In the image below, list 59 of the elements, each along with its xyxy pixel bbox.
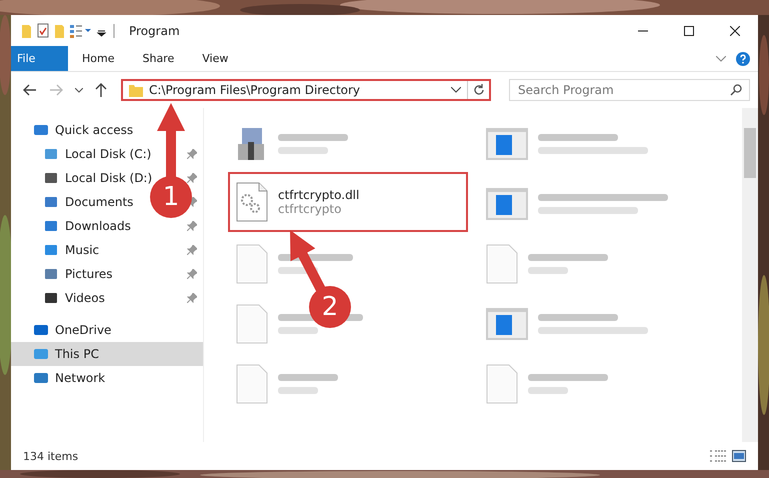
sidebar-icon bbox=[43, 195, 59, 209]
pin-icon[interactable] bbox=[187, 245, 197, 255]
details-view-icon[interactable] bbox=[710, 450, 726, 462]
highlighted-file-item[interactable]: ctfrtcrypto.dll ctfrtcrypto bbox=[230, 174, 466, 230]
sidebar-icon bbox=[43, 291, 59, 305]
pin-icon[interactable] bbox=[187, 293, 197, 303]
sidebar-item[interactable]: Videos bbox=[41, 287, 107, 309]
sidebar-icon bbox=[43, 171, 59, 185]
sidebar-icon bbox=[33, 347, 49, 361]
pin-icon[interactable] bbox=[187, 149, 197, 159]
sidebar-icon bbox=[33, 371, 49, 385]
refresh-icon bbox=[472, 84, 484, 96]
ribbon-tab[interactable]: View bbox=[188, 46, 242, 71]
pin-icon[interactable] bbox=[187, 221, 197, 231]
ribbon-tab[interactable]: Home bbox=[68, 46, 128, 71]
item-count: 134 items bbox=[23, 450, 78, 462]
sidebar-item[interactable]: Quick access bbox=[11, 118, 203, 142]
ribbon-tab[interactable]: Share bbox=[128, 46, 188, 71]
file-name: ctfrtcrypto.dll bbox=[278, 188, 360, 202]
file-type: ctfrtcrypto bbox=[278, 202, 342, 216]
step-number: 2 bbox=[309, 286, 351, 328]
annotation-arrow bbox=[290, 230, 326, 292]
sidebar-icon bbox=[43, 267, 59, 281]
sidebar-item[interactable]: This PC bbox=[11, 342, 203, 366]
sidebar-icon bbox=[43, 243, 59, 257]
large-icons-view-icon[interactable] bbox=[732, 450, 746, 462]
sidebar-item[interactable]: Pictures bbox=[41, 263, 115, 285]
app-window-icon[interactable] bbox=[486, 308, 528, 340]
pin-icon[interactable] bbox=[187, 269, 197, 279]
sidebar-item[interactable]: Local Disk (C:) bbox=[41, 143, 154, 165]
sidebar-item[interactable]: Music bbox=[41, 239, 102, 261]
app-window-icon[interactable] bbox=[486, 128, 528, 160]
close-icon bbox=[730, 26, 740, 36]
sidebar-icon bbox=[43, 147, 59, 161]
scrollbar[interactable] bbox=[742, 108, 758, 442]
maximize-icon bbox=[684, 26, 694, 36]
sidebar-item[interactable]: Downloads bbox=[41, 215, 133, 237]
search-icon[interactable] bbox=[730, 84, 742, 96]
search-field[interactable]: Search Program bbox=[509, 79, 750, 101]
minimize-icon bbox=[638, 30, 648, 32]
help-icon[interactable] bbox=[736, 52, 750, 66]
chevron-down-icon[interactable] bbox=[451, 87, 461, 93]
sidebar-item[interactable]: Network bbox=[11, 366, 203, 390]
sidebar-icon bbox=[33, 123, 49, 137]
sidebar-item[interactable]: Documents bbox=[41, 191, 136, 213]
back-arrow-icon[interactable] bbox=[23, 84, 37, 96]
step-number: 1 bbox=[150, 176, 192, 218]
address-bar[interactable]: C:\Program Files\Program Directory bbox=[121, 79, 491, 101]
sidebar-item[interactable]: OneDrive bbox=[11, 318, 203, 342]
forward-arrow-icon[interactable] bbox=[49, 84, 63, 96]
sidebar-icon bbox=[33, 323, 49, 337]
sidebar-icon bbox=[43, 219, 59, 233]
up-arrow-icon[interactable] bbox=[95, 83, 107, 97]
folder-icon bbox=[129, 84, 143, 96]
pin-icon[interactable] bbox=[187, 173, 197, 183]
app-window-icon[interactable] bbox=[486, 188, 528, 220]
window-title: Program bbox=[129, 24, 180, 38]
gear-file-icon bbox=[236, 182, 268, 222]
chevron-down-icon[interactable] bbox=[75, 88, 83, 92]
